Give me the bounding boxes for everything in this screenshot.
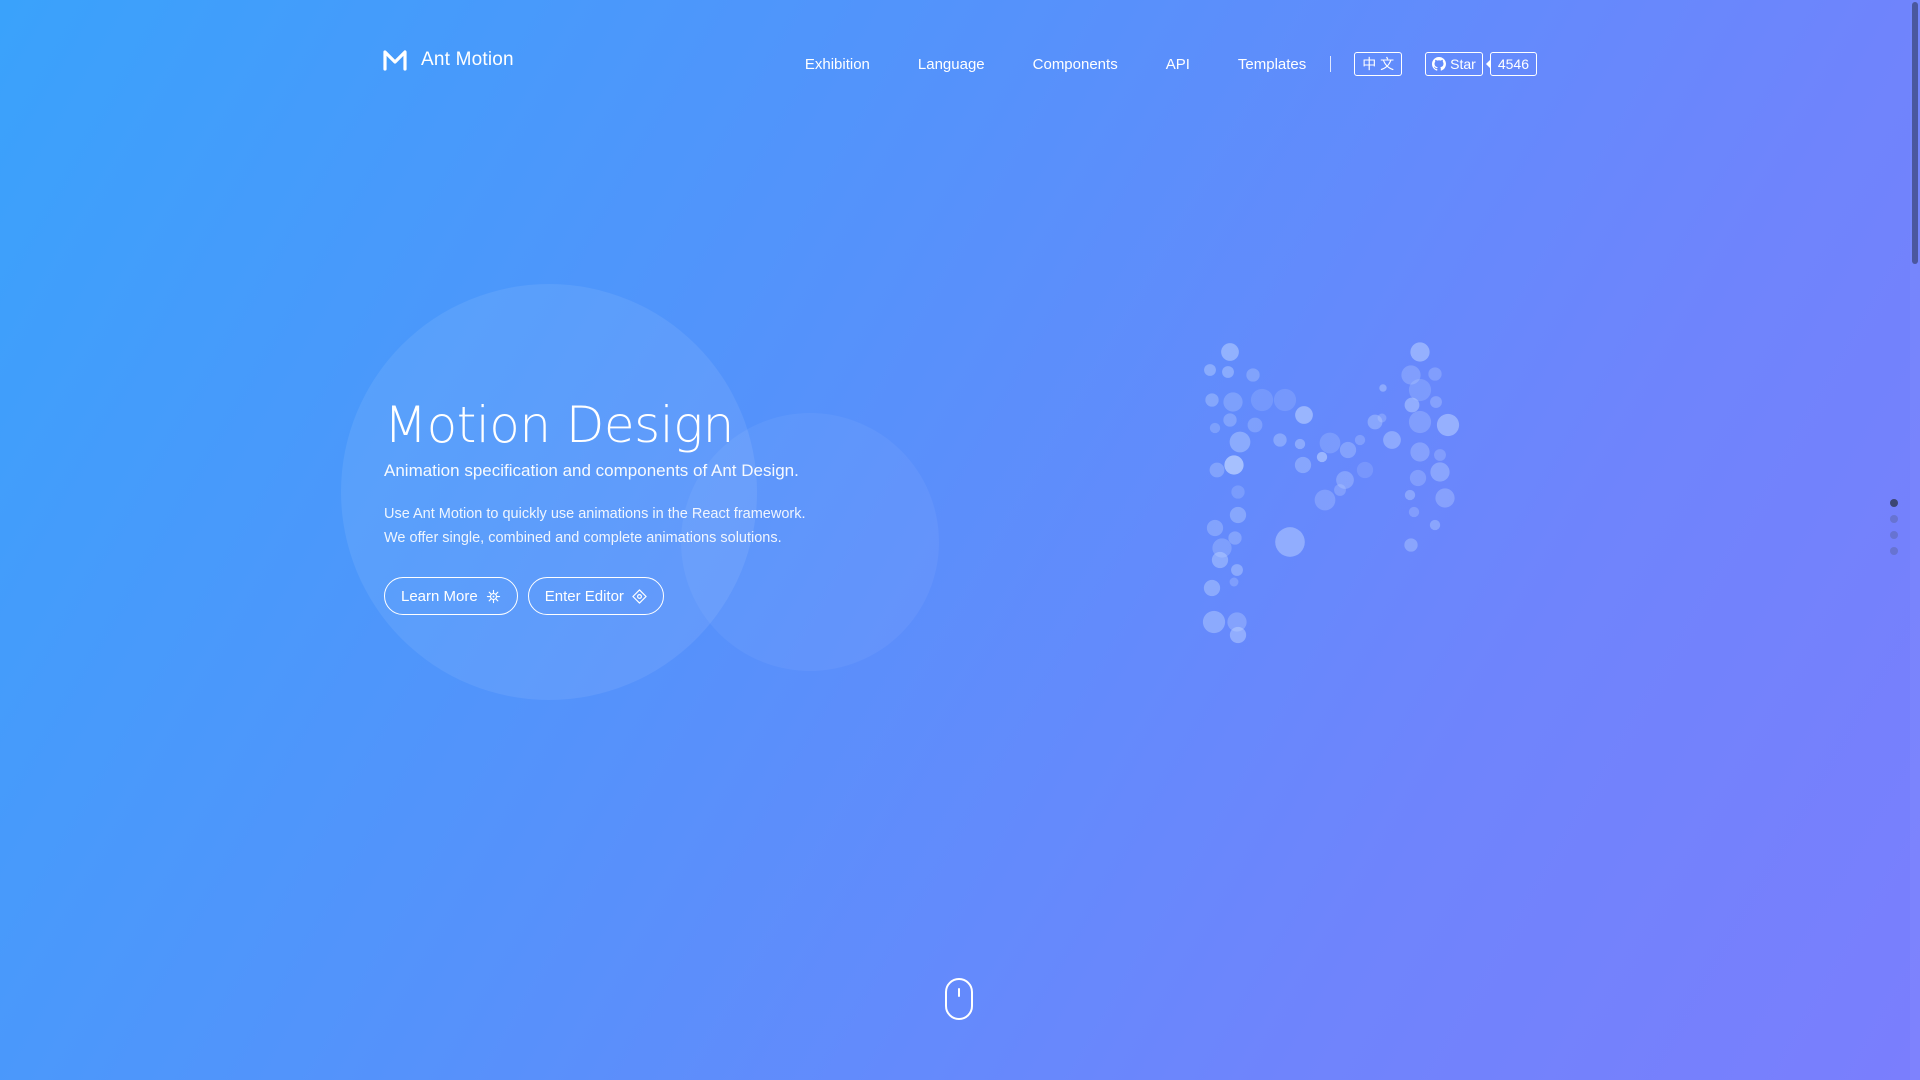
particle-dot (1295, 406, 1313, 424)
enter-editor-button[interactable]: Enter Editor (527, 577, 664, 615)
particle-dot (1339, 441, 1357, 459)
particle-dot (1223, 392, 1243, 412)
particle-dot (1294, 438, 1306, 450)
particle-dot (1436, 413, 1460, 437)
particle-dot (1434, 449, 1446, 461)
particle-dot (1273, 433, 1287, 447)
nav-language[interactable]: Language (918, 56, 985, 73)
particle-dot (1203, 579, 1221, 597)
particle-dot (1229, 506, 1247, 524)
hero-section: Motion Design Animation specification an… (384, 395, 944, 615)
page-scrollbar[interactable] (1910, 0, 1920, 1080)
hero-description: Use Ant Motion to quickly use animations… (384, 502, 944, 550)
language-toggle-button[interactable]: 中 文 (1354, 52, 1403, 76)
particle-dot (1294, 456, 1312, 474)
particle-dot (1246, 368, 1260, 382)
particle-dot (1404, 489, 1416, 501)
hero-description-line-1: Use Ant Motion to quickly use animations… (384, 506, 806, 522)
particle-dot (1275, 527, 1305, 557)
github-star-count[interactable]: 4546 (1485, 52, 1537, 76)
github-icon (1432, 57, 1447, 71)
nav-exhibition[interactable]: Exhibition (805, 56, 870, 73)
nav-divider (1330, 56, 1332, 72)
particle-dot (1222, 366, 1234, 378)
particle-dot (1231, 564, 1243, 576)
particle-dot (1224, 455, 1244, 475)
learn-more-label: Learn More (401, 587, 478, 605)
particle-dot (1229, 626, 1247, 644)
particle-dot (1204, 364, 1216, 376)
landing-page: Ant Motion Exhibition Language Component… (0, 0, 1920, 1080)
particle-dot (1223, 413, 1237, 427)
particle-dot (1404, 397, 1420, 413)
scrollbar-thumb[interactable] (1912, 2, 1918, 264)
particle-dot (1221, 343, 1239, 361)
particle-dot (1429, 519, 1441, 531)
particle-dot (1229, 431, 1251, 453)
particle-dot (1319, 432, 1341, 454)
particle-dot (1209, 422, 1221, 434)
scroll-down-mouse-icon[interactable] (945, 978, 973, 1020)
pager-dot[interactable] (1890, 499, 1898, 507)
brand-name: Ant Motion (421, 49, 514, 70)
mouse-wheel-icon (958, 988, 960, 997)
particle-dot (1206, 519, 1224, 537)
brand-logo[interactable]: Ant Motion (383, 48, 514, 72)
hero-subtitle: Animation specification and components o… (384, 461, 799, 480)
particle-dot (1354, 434, 1366, 446)
particle-dot (1250, 388, 1274, 412)
particle-dot (1211, 551, 1229, 569)
particle-dot (1430, 462, 1450, 482)
github-star-label: Star (1450, 56, 1476, 72)
nav-api[interactable]: API (1166, 56, 1190, 73)
github-star-widget: Star 4546 (1425, 52, 1537, 76)
particle-dot (1231, 485, 1245, 499)
particle-dot (1408, 506, 1420, 518)
particle-dot (1428, 367, 1442, 381)
particle-dot (1229, 577, 1239, 587)
nav-templates[interactable]: Templates (1238, 56, 1306, 73)
site-header: Ant Motion Exhibition Language Component… (383, 46, 1537, 82)
pager-dot[interactable] (1890, 547, 1898, 555)
particle-dot (1209, 462, 1225, 478)
particle-dot (1409, 469, 1427, 487)
particle-dot (1435, 488, 1455, 508)
particle-dot (1202, 610, 1226, 634)
pager-dot[interactable] (1890, 515, 1898, 523)
enter-editor-icon (632, 588, 647, 604)
learn-more-icon (486, 589, 500, 603)
particle-group (1202, 342, 1460, 644)
particle-dot (1356, 461, 1374, 479)
particle-m-logo (1202, 342, 1460, 644)
github-star-button[interactable]: Star (1425, 52, 1483, 76)
learn-more-button[interactable]: Learn More (384, 577, 518, 615)
particle-dot (1247, 417, 1263, 433)
particle-dot (1314, 489, 1336, 511)
enter-editor-label: Enter Editor (544, 587, 624, 605)
hero-description-line-2: We offer single, combined and complete a… (384, 530, 782, 546)
particle-dot (1383, 431, 1401, 449)
particle-dot (1205, 393, 1219, 407)
particle-dot (1404, 538, 1418, 552)
main-nav: Exhibition Language Components API Templ… (805, 52, 1537, 76)
section-pager (1890, 499, 1898, 555)
pager-dot[interactable] (1890, 531, 1898, 539)
particle-dot (1273, 388, 1297, 412)
nav-components[interactable]: Components (1033, 56, 1118, 73)
particle-dot (1410, 442, 1430, 462)
particle-dot (1316, 451, 1328, 463)
particle-dot (1377, 413, 1387, 423)
ant-motion-logo-icon (383, 50, 407, 71)
particle-dot (1228, 531, 1242, 545)
hero-title: Motion Design (384, 396, 734, 454)
particle-dot (1334, 484, 1346, 496)
particle-dot (1410, 342, 1430, 362)
particle-dot (1430, 396, 1442, 408)
hero-buttons: Learn More Enter Editor (384, 577, 944, 615)
particle-dot (1408, 410, 1432, 434)
particle-dot (1379, 384, 1387, 392)
